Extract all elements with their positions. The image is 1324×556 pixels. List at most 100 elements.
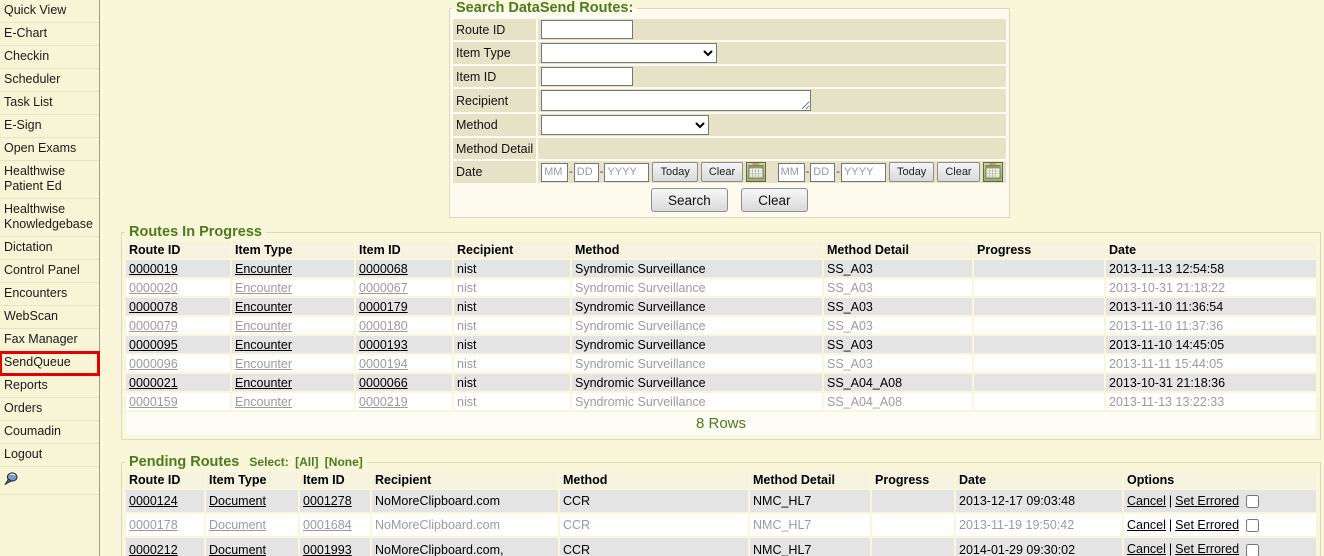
date-to-clear-button[interactable]: Clear <box>937 162 979 182</box>
set-errored-link[interactable]: Set Errored <box>1175 494 1239 508</box>
select-all-link[interactable]: [All] <box>295 455 318 469</box>
item-id-link[interactable]: 0001278 <box>303 494 352 508</box>
date-to-today-button[interactable]: Today <box>889 162 934 182</box>
table-cell: CCR <box>560 490 748 512</box>
table-cell: 2013-11-10 14:45:05 <box>1106 336 1316 353</box>
sidebar-item-e-chart[interactable]: E-Chart <box>0 23 99 46</box>
sidebar-item-control-panel[interactable]: Control Panel <box>0 260 99 283</box>
column-header-options: Options <box>1124 472 1316 488</box>
routes-in-progress-table: Route IDItem TypeItem IDRecipientMethodM… <box>124 240 1318 437</box>
sidebar-item-fax-manager[interactable]: Fax Manager <box>0 329 99 352</box>
route-id-input[interactable] <box>541 20 633 39</box>
route-id-link[interactable]: 0000159 <box>129 395 178 409</box>
route-id-link[interactable]: 0000020 <box>129 281 178 295</box>
sidebar-item-quick-view[interactable]: Quick View <box>0 0 99 23</box>
sidebar-item-encounters[interactable]: Encounters <box>0 283 99 306</box>
table-cell: 2013-11-13 13:22:33 <box>1106 393 1316 410</box>
item-id-link[interactable]: 0000066 <box>359 376 408 390</box>
sidebar-item-logout[interactable]: Logout <box>0 444 99 467</box>
route-id-link[interactable]: 0000124 <box>129 494 178 508</box>
item-id-link[interactable]: 0001684 <box>303 518 352 532</box>
item-id-link[interactable]: 0000193 <box>359 338 408 352</box>
date-from-clear-button[interactable]: Clear <box>701 162 743 182</box>
sidebar-item-dictation[interactable]: Dictation <box>0 237 99 260</box>
item-type-link[interactable]: Encounter <box>235 319 292 333</box>
item-id-link[interactable]: 0000067 <box>359 281 408 295</box>
sidebar-item-open-exams[interactable]: Open Exams <box>0 138 99 161</box>
row-checkbox[interactable] <box>1246 544 1259 556</box>
cancel-link[interactable]: Cancel <box>1127 494 1166 508</box>
calendar-icon[interactable]: MAY <box>983 162 1003 182</box>
sidebar-item-scheduler[interactable]: Scheduler <box>0 69 99 92</box>
item-id-link[interactable]: 0001993 <box>303 543 352 556</box>
date-dash: - <box>600 166 604 178</box>
item-type-link[interactable]: Encounter <box>235 281 292 295</box>
search-button[interactable]: Search <box>651 188 728 212</box>
cancel-link[interactable]: Cancel <box>1127 518 1166 532</box>
date-from-mm-input[interactable] <box>541 163 568 182</box>
sidebar-item-checkin[interactable]: Checkin <box>0 46 99 69</box>
table-cell: SS_A03 <box>824 279 972 296</box>
item-type-link[interactable]: Encounter <box>235 395 292 409</box>
sidebar-item-orders[interactable]: Orders <box>0 398 99 421</box>
route-id-link[interactable]: 0000078 <box>129 300 178 314</box>
item-type-link[interactable]: Encounter <box>235 262 292 276</box>
calendar-icon[interactable]: MAY <box>746 162 766 182</box>
sidebar-item-healthwise-knowledgebase[interactable]: Healthwise Knowledgebase <box>0 199 99 237</box>
set-errored-link[interactable]: Set Errored <box>1175 542 1239 556</box>
date-to-dd-input[interactable] <box>810 163 835 182</box>
date-to-mm-input[interactable] <box>778 163 805 182</box>
item-type-link[interactable]: Document <box>209 494 266 508</box>
date-from-today-button[interactable]: Today <box>652 162 697 182</box>
route-id-link[interactable]: 0000178 <box>129 518 178 532</box>
table-cell <box>974 260 1104 277</box>
route-id-link[interactable]: 0000096 <box>129 357 178 371</box>
date-from-dd-input[interactable] <box>574 163 599 182</box>
column-header-date: Date <box>956 472 1122 488</box>
table-cell: NoMoreClipboard.com, <box>372 538 558 556</box>
item-id-link[interactable]: 0000068 <box>359 262 408 276</box>
table-cell: Syndromic Surveillance <box>572 317 822 334</box>
date-dash: - <box>806 166 810 178</box>
item-type-link[interactable]: Document <box>209 518 266 532</box>
clear-button[interactable]: Clear <box>741 188 807 212</box>
sidebar-item-reports[interactable]: Reports <box>0 375 99 398</box>
globe-pen-icon[interactable] <box>4 472 19 485</box>
column-header-item-id: Item ID <box>356 242 452 258</box>
item-type-select[interactable] <box>541 43 717 63</box>
sidebar-item-task-list[interactable]: Task List <box>0 92 99 115</box>
item-type-link[interactable]: Encounter <box>235 300 292 314</box>
route-id-link[interactable]: 0000212 <box>129 543 178 556</box>
set-errored-link[interactable]: Set Errored <box>1175 518 1239 532</box>
cancel-link[interactable]: Cancel <box>1127 542 1166 556</box>
item-id-link[interactable]: 0000219 <box>359 395 408 409</box>
select-none-link[interactable]: [None] <box>325 455 363 469</box>
item-type-link[interactable]: Encounter <box>235 376 292 390</box>
recipient-input[interactable] <box>541 90 811 111</box>
method-select[interactable] <box>541 115 709 135</box>
date-from-yyyy-input[interactable] <box>604 163 649 182</box>
date-to-yyyy-input[interactable] <box>841 163 886 182</box>
item-id-link[interactable]: 0000194 <box>359 357 408 371</box>
row-checkbox[interactable] <box>1246 495 1259 508</box>
sidebar-item-e-sign[interactable]: E-Sign <box>0 115 99 138</box>
table-cell: 2013-11-19 19:50:42 <box>956 514 1122 536</box>
sidebar-item-sendqueue[interactable]: SendQueue <box>0 352 99 375</box>
sidebar-item-coumadin[interactable]: Coumadin <box>0 421 99 444</box>
item-id-link[interactable]: 0000180 <box>359 319 408 333</box>
item-id-link[interactable]: 0000179 <box>359 300 408 314</box>
route-id-link[interactable]: 0000021 <box>129 376 178 390</box>
item-id-input[interactable] <box>541 67 633 86</box>
item-type-link[interactable]: Encounter <box>235 338 292 352</box>
item-type-link[interactable]: Encounter <box>235 357 292 371</box>
sidebar-item-webscan[interactable]: WebScan <box>0 306 99 329</box>
route-id-link[interactable]: 0000019 <box>129 262 178 276</box>
table-cell: 2013-10-31 21:18:36 <box>1106 374 1316 391</box>
sidebar-item-healthwise-patient-ed[interactable]: Healthwise Patient Ed <box>0 161 99 199</box>
route-id-link[interactable]: 0000095 <box>129 338 178 352</box>
table-cell: SS_A03 <box>824 336 972 353</box>
options-cell: Cancel|Set Errored <box>1124 538 1316 556</box>
row-checkbox[interactable] <box>1246 519 1259 532</box>
route-id-link[interactable]: 0000079 <box>129 319 178 333</box>
item-type-link[interactable]: Document <box>209 543 266 556</box>
